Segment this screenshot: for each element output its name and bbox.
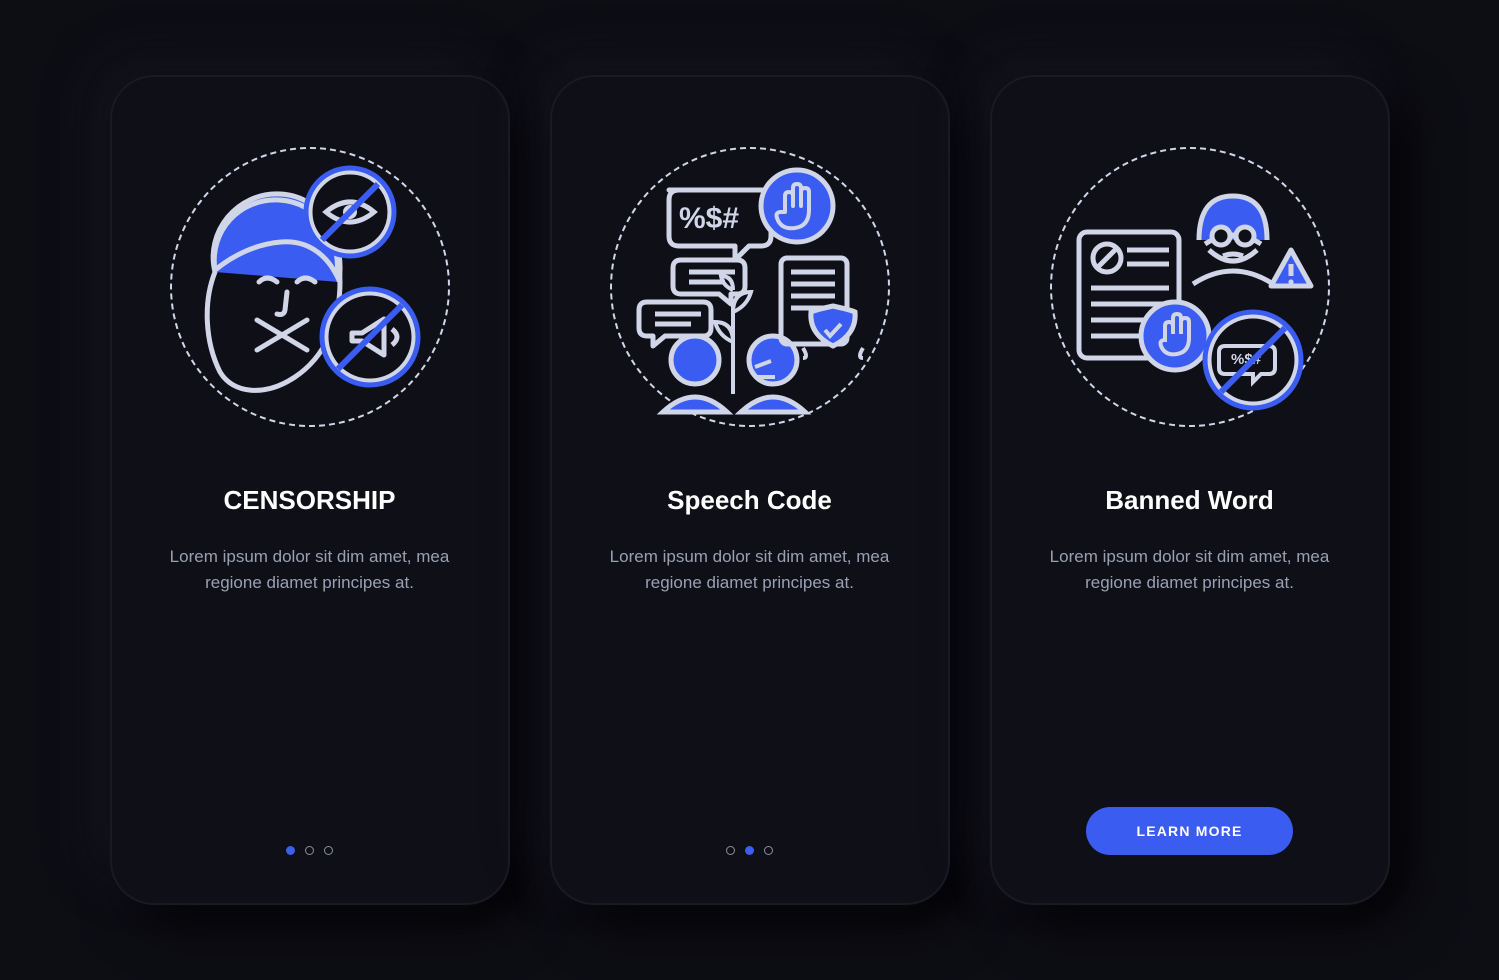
screen-description: Lorem ipsum dolor sit dim amet, mea regi… — [1040, 544, 1340, 597]
illustration-banned-word: %$# — [1040, 137, 1340, 437]
illustration-speech-code: %$# — [600, 137, 900, 437]
banned-word-icon: %$# — [1045, 142, 1335, 432]
censorship-icon — [165, 142, 455, 432]
onboarding-screen-2: %$# Speech Code Lorem ipsum dolor sit di… — [550, 75, 950, 905]
screen-title: CENSORSHIP — [224, 485, 396, 516]
screen-description: Lorem ipsum dolor sit dim amet, mea regi… — [160, 544, 460, 597]
svg-text:%$#: %$# — [679, 202, 739, 235]
dot-1[interactable] — [286, 846, 295, 855]
screen-title: Banned Word — [1105, 485, 1274, 516]
learn-more-button[interactable]: LEARN MORE — [1086, 807, 1292, 855]
speech-code-icon: %$# — [605, 142, 895, 432]
illustration-censorship — [160, 137, 460, 437]
dot-3[interactable] — [324, 846, 333, 855]
dot-2[interactable] — [305, 846, 314, 855]
pagination-dots — [726, 846, 773, 855]
onboarding-screen-1: CENSORSHIP Lorem ipsum dolor sit dim ame… — [110, 75, 510, 905]
pagination-dots — [286, 846, 333, 855]
dot-3[interactable] — [764, 846, 773, 855]
dot-2[interactable] — [745, 846, 754, 855]
onboarding-screen-3: %$# Banned Word Lorem ipsum dolor sit di… — [990, 75, 1390, 905]
dot-1[interactable] — [726, 846, 735, 855]
screen-title: Speech Code — [667, 485, 832, 516]
screen-description: Lorem ipsum dolor sit dim amet, mea regi… — [600, 544, 900, 597]
